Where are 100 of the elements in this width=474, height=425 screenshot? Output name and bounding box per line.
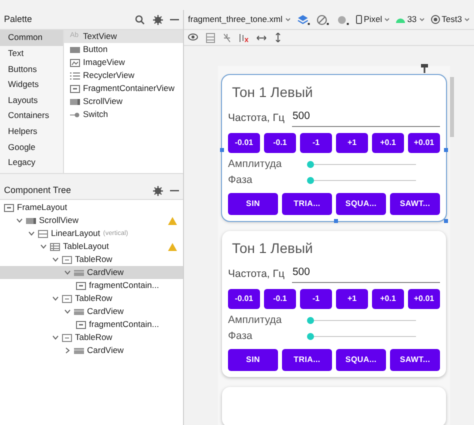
card-icon [74, 306, 84, 316]
tree-item[interactable]: TableRow [0, 331, 183, 344]
field-label: Частота, Гц [228, 111, 284, 126]
tree-item[interactable]: fragmentContain... [0, 318, 183, 331]
blueprint-icon[interactable] [206, 32, 215, 42]
resize-handle[interactable] [444, 218, 448, 223]
caret-icon [464, 17, 470, 22]
orientation-icon[interactable] [316, 14, 330, 26]
widget-item[interactable]: Button [64, 43, 183, 56]
table-icon [50, 242, 60, 252]
category-item[interactable]: Google [0, 139, 63, 155]
clear-constraints-icon[interactable] [239, 32, 249, 42]
slider-thumb[interactable] [307, 317, 314, 324]
resize-handle[interactable] [220, 148, 224, 152]
file-dropdown[interactable]: fragment_three_tone.xml [188, 13, 290, 26]
chevron-right-icon[interactable] [64, 347, 71, 354]
slider-thumb[interactable] [307, 333, 314, 340]
row-icon [62, 254, 72, 264]
wave-button[interactable]: TRIA... [282, 348, 332, 370]
settings-icon[interactable] [153, 186, 163, 196]
widget-item[interactable]: FragmentContainerView [64, 82, 183, 95]
step-button[interactable]: -0.1 [264, 288, 296, 308]
tree-item[interactable]: TableRow [0, 253, 183, 266]
category-item[interactable]: Text [0, 46, 63, 62]
wave-button[interactable]: SQUA... [336, 348, 386, 370]
card-title: Тон 1 Левый [231, 83, 314, 101]
step-button[interactable]: -1 [300, 132, 332, 153]
chevron-down-icon[interactable] [16, 217, 23, 224]
tree-item[interactable]: CardView [0, 305, 183, 318]
frequency-field[interactable]: 500 [292, 109, 440, 127]
frequency-field[interactable]: 500 [292, 264, 440, 282]
widget-item[interactable]: RecyclerView [64, 69, 183, 82]
horizontal-arrow-icon[interactable] [256, 34, 267, 42]
api-dropdown[interactable]: 33 [396, 13, 425, 26]
chevron-down-icon[interactable] [64, 308, 71, 315]
minimize-icon[interactable] [170, 18, 179, 21]
category-item[interactable]: Containers [0, 108, 63, 124]
search-icon[interactable] [135, 14, 145, 24]
step-button[interactable]: -0.01 [228, 132, 260, 153]
chevron-down-icon[interactable] [28, 230, 35, 237]
resize-handle[interactable] [334, 218, 338, 223]
scrollbar[interactable] [450, 77, 454, 137]
step-button[interactable]: +0.1 [372, 132, 404, 153]
step-button[interactable]: -0.1 [264, 132, 296, 153]
chevron-down-icon[interactable] [52, 295, 59, 302]
slider-label: Амплитуда [228, 312, 283, 328]
widget-item[interactable]: ImageView [64, 56, 183, 69]
category-item[interactable]: Legacy [0, 154, 63, 170]
wave-button[interactable]: SAWT... [390, 348, 440, 370]
layers-icon[interactable] [296, 14, 310, 26]
wave-button[interactable]: SAWT... [390, 192, 440, 215]
widget-item[interactable]: ScrollView [64, 95, 183, 108]
tree-item[interactable]: CardView [0, 344, 183, 357]
theme-dropdown[interactable]: Test3 [430, 13, 470, 26]
constraints-icon[interactable] [222, 32, 232, 42]
eye-icon[interactable] [188, 33, 199, 42]
wave-button[interactable]: TRIA... [282, 192, 332, 215]
settings-icon[interactable] [153, 14, 163, 24]
theme-icon [430, 15, 440, 24]
category-item[interactable]: Helpers [0, 124, 63, 140]
chevron-down-icon[interactable] [52, 256, 59, 263]
category-item[interactable]: Buttons [0, 61, 63, 77]
wave-button[interactable]: SIN [228, 348, 278, 370]
card-icon [74, 268, 84, 278]
step-button[interactable]: +0.01 [408, 288, 440, 308]
frame-icon [76, 320, 86, 330]
tree-item[interactable]: ScrollView [0, 214, 183, 227]
category-item[interactable]: Layouts [0, 92, 63, 108]
widget-item[interactable]: Switch [64, 108, 183, 121]
card-icon [74, 346, 84, 356]
tree-item[interactable]: CardView [0, 266, 183, 279]
switch-icon [70, 110, 80, 120]
chevron-down-icon[interactable] [64, 269, 71, 276]
slider-thumb[interactable] [307, 177, 314, 184]
category-item[interactable]: Common [0, 30, 63, 46]
chevron-down-icon[interactable] [52, 334, 59, 341]
step-button[interactable]: -1 [300, 288, 332, 308]
pin-icon [421, 64, 428, 73]
caret-icon [284, 17, 290, 22]
tree-item[interactable]: TableRow [0, 292, 183, 305]
tree-item[interactable]: FrameLayout [0, 201, 183, 214]
step-button[interactable]: +1 [336, 132, 368, 153]
step-button[interactable]: -0.01 [228, 288, 260, 308]
device-dropdown[interactable]: Pixel [356, 13, 390, 26]
night-mode-icon[interactable] [336, 14, 350, 26]
linear-layout-icon [38, 228, 48, 238]
step-button[interactable]: +0.01 [408, 132, 440, 153]
step-button[interactable]: +1 [336, 288, 368, 308]
chevron-down-icon[interactable] [40, 243, 47, 250]
caret-icon [384, 17, 390, 22]
step-button[interactable]: +0.1 [372, 288, 404, 308]
wave-button[interactable]: SIN [228, 192, 278, 215]
tree-item[interactable]: TableLayout [0, 240, 183, 253]
minimize-icon[interactable] [170, 189, 179, 192]
wave-button[interactable]: SQUA... [336, 192, 386, 215]
tree-item[interactable]: fragmentContain... [0, 279, 183, 292]
vertical-arrow-icon[interactable] [274, 32, 282, 43]
slider-thumb[interactable] [307, 161, 314, 168]
category-item[interactable]: Widgets [0, 76, 63, 92]
resize-handle[interactable] [444, 148, 448, 152]
